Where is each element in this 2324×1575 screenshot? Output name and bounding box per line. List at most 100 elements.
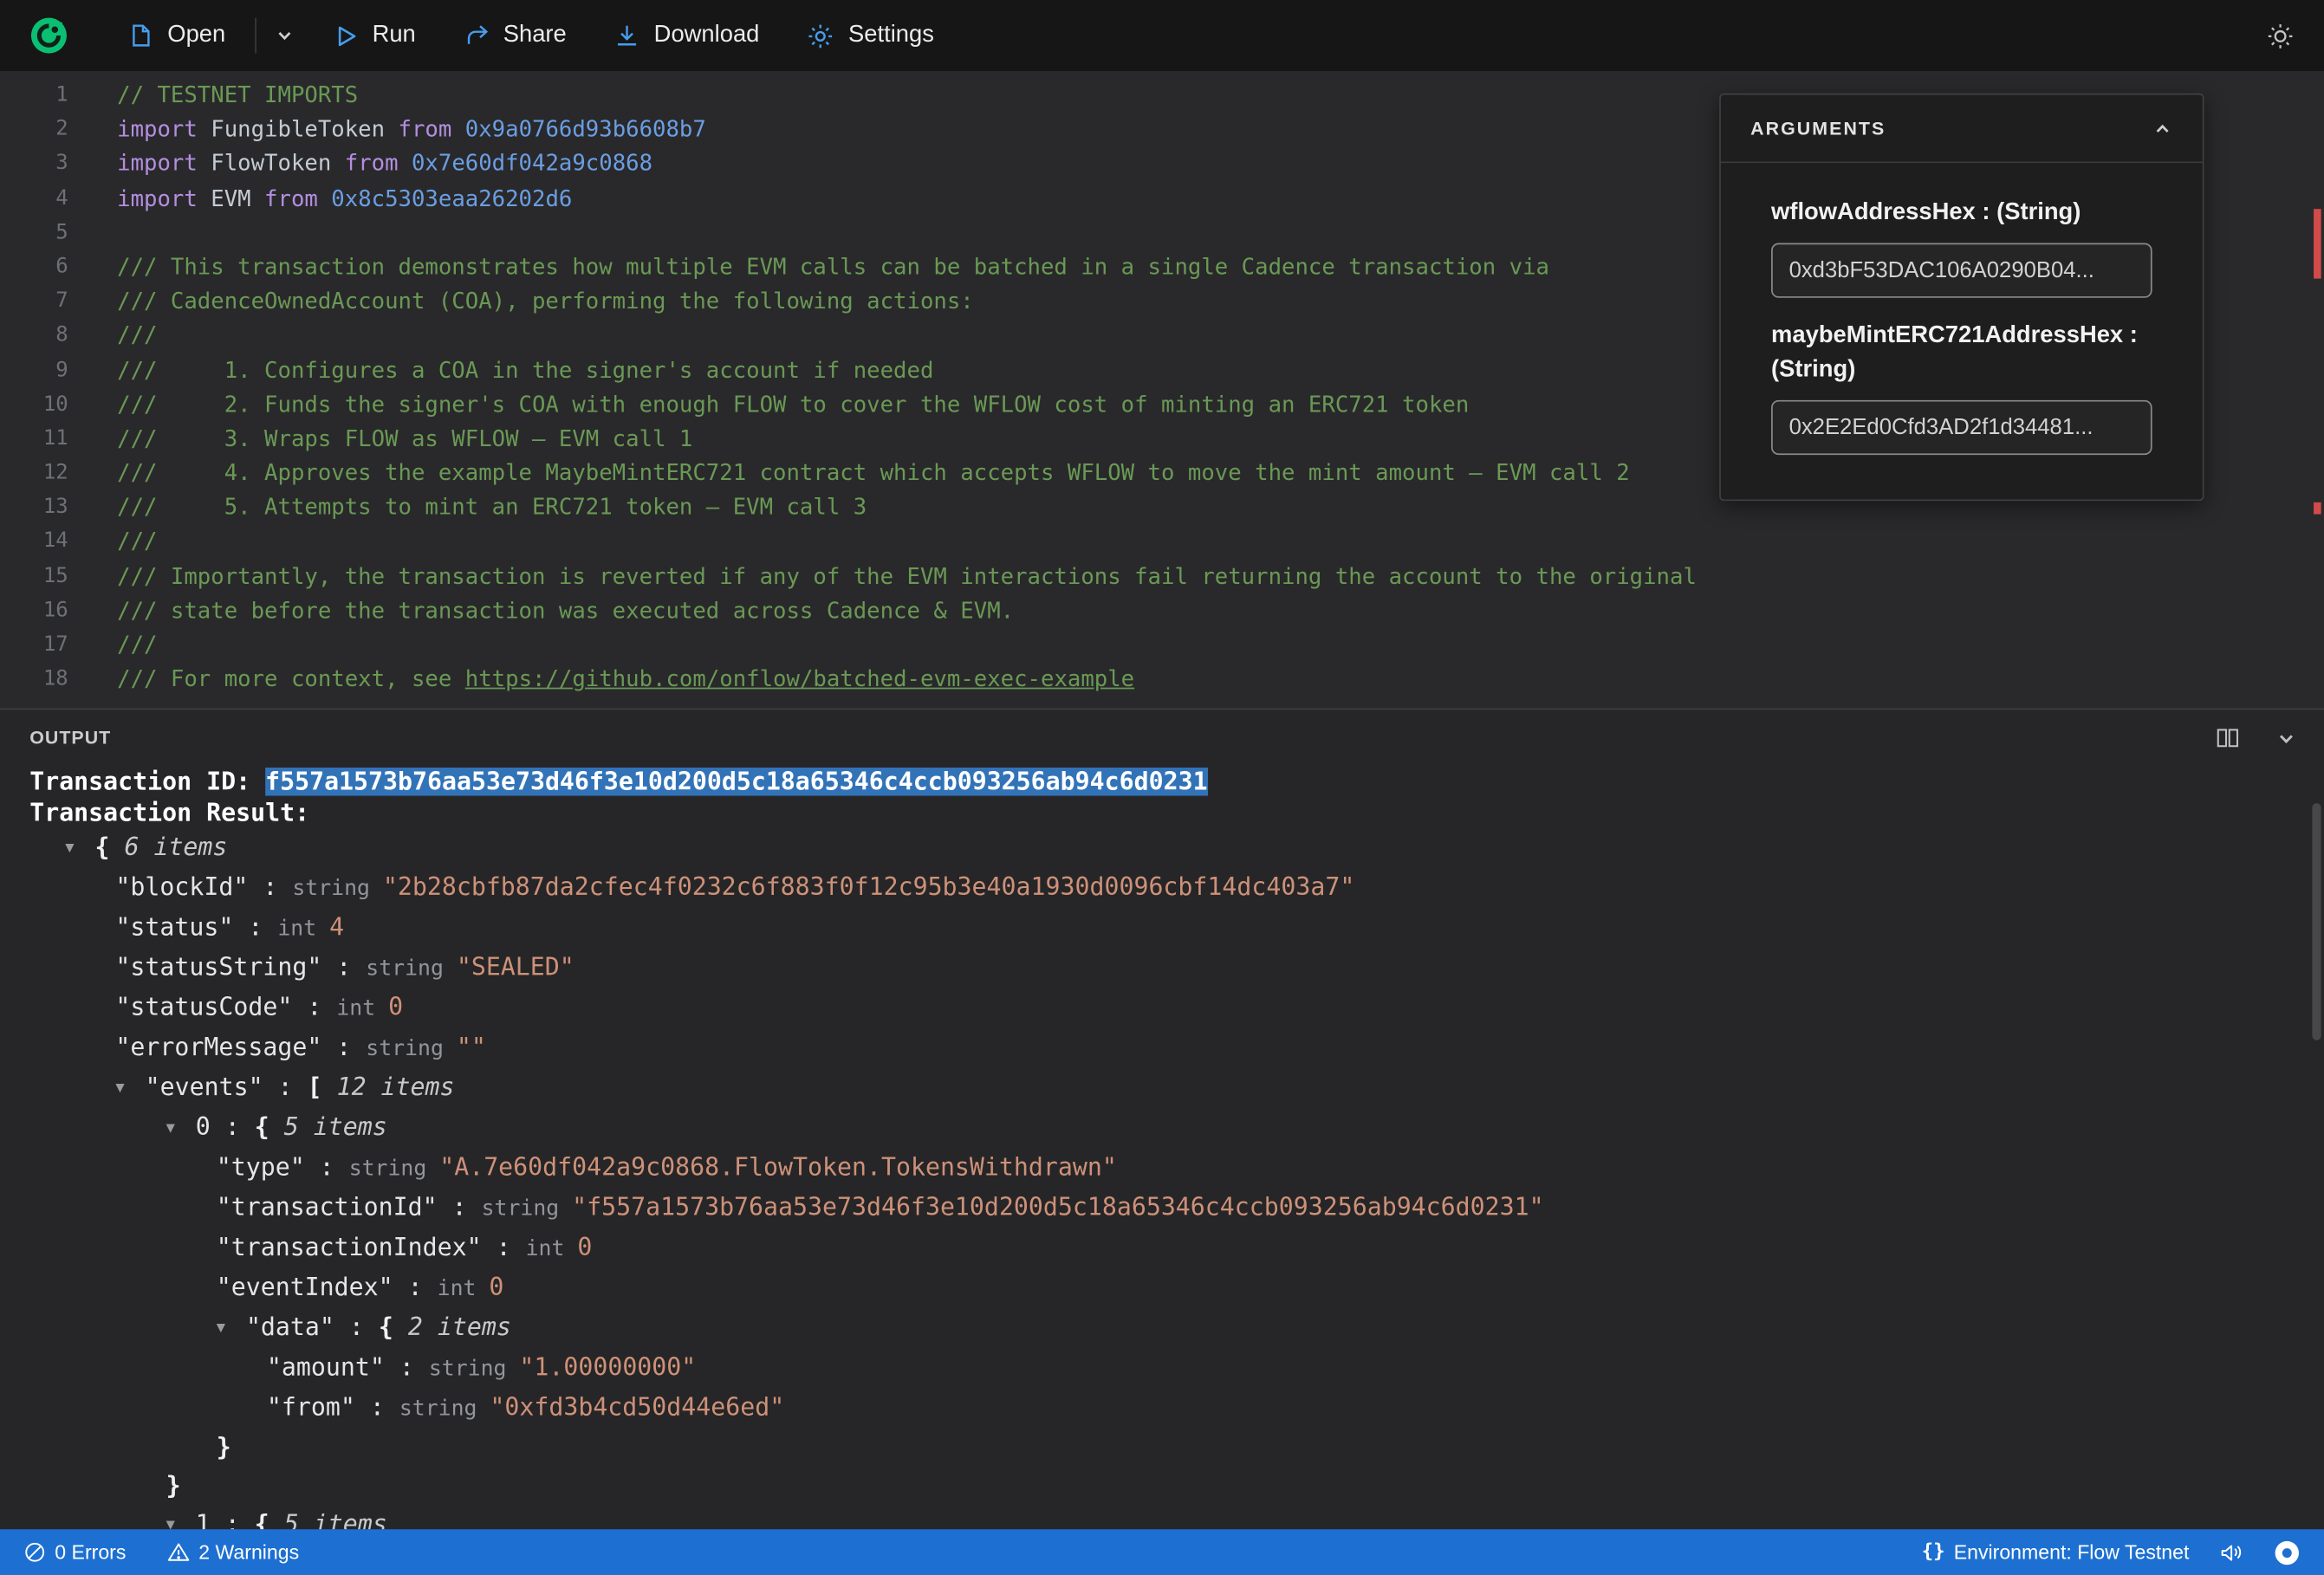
output-panel-title: OUTPUT [29,727,112,749]
open-file-icon [133,24,150,47]
share-label: Share [503,22,567,48]
code-line: 14/// [0,525,2324,560]
output-tree-line: "errorMessage" : string "" [115,1033,486,1061]
line-number: 16 [42,598,68,623]
output-tree-line: "blockId" : string "2b28cbfb87da2cfec4f0… [115,872,1355,901]
output-tree-line: ▼ 1 : { 5 items [29,1506,2324,1529]
output-tree-line: "statusCode" : int 0 [115,993,404,1021]
line-number: 10 [42,392,68,417]
settings-label: Settings [848,22,934,48]
feedback-megaphone-icon[interactable] [2219,1539,2244,1565]
sun-icon [2268,23,2293,48]
share-button[interactable]: Share [464,23,567,49]
chevron-down-icon [278,32,291,41]
status-bar: 0 Errors 2 Warnings {} Environment: Flow… [0,1529,2324,1575]
expand-collapse-arrow-icon[interactable]: ▼ [166,1110,196,1148]
output-tree-line: ▼ "data" : { 2 items [29,1308,2324,1348]
share-icon [466,25,488,44]
line-number: 2 [55,117,68,141]
output-panel-header: OUTPUT [0,710,2324,766]
line-number: 3 [55,152,68,176]
code-line: 15/// Importantly, the transaction is re… [0,560,2324,594]
run-label: Run [372,22,416,48]
open-dropdown-button[interactable] [275,25,295,46]
output-tree: ▼{ 6 items "blockId" : string "2b28cbfb87… [29,828,2324,1529]
code-line: 18/// For more context, see https://gith… [0,663,2324,697]
line-number: 1 [55,82,68,107]
toolbar: Open Run Share Download Settings [0,0,2324,72]
flow-logo[interactable] [29,16,68,55]
collapse-output-chevron-down-icon[interactable] [2275,727,2298,749]
error-circle-slash-icon [25,1542,45,1562]
overview-error-mark [2314,209,2321,279]
output-tree-line: ▼{ 6 items [29,828,2324,868]
line-number: 18 [42,667,68,691]
output-panel: OUTPUT Transaction ID: f557a1573b76aa53e… [0,708,2324,1530]
expand-collapse-arrow-icon[interactable]: ▼ [115,1070,145,1108]
code-link: https://github.com/onflow/batched-evm-ex… [464,665,1135,693]
expand-collapse-arrow-icon[interactable]: ▼ [166,1507,196,1530]
download-icon [618,25,637,46]
theme-toggle-button[interactable] [2266,22,2294,49]
transaction-id-label: Transaction ID: [29,768,266,796]
braces-icon: {} [1921,1540,1945,1564]
errors-indicator[interactable]: 0 Errors [23,1541,126,1564]
warnings-count-label: 2 Warnings [198,1540,300,1564]
line-number: 8 [55,323,68,347]
line-number: 5 [55,220,68,244]
transaction-id-value: f557a1573b76aa53e73d46f3e10d200d5c18a653… [265,768,1208,796]
line-number: 6 [55,255,68,279]
run-button[interactable]: Run [334,23,416,49]
arguments-panel-body: wflowAddressHex : (String) maybeMintERC7… [1721,163,2203,499]
line-number: 12 [42,461,68,485]
line-number: 17 [42,632,68,657]
output-tree-line: ▼ "events" : [ 12 items [29,1068,2324,1108]
maybe-mint-erc721-address-input[interactable] [1771,399,2152,456]
output-content: Transaction ID: f557a1573b76aa53e73d46f3… [0,766,2324,1529]
settings-gear-icon [809,23,833,48]
wflow-address-label: wflowAddressHex : (String) [1771,199,2081,225]
expand-collapse-arrow-icon[interactable]: ▼ [217,1310,246,1348]
expand-collapse-arrow-icon[interactable]: ▼ [65,830,94,868]
output-scrollbar-thumb[interactable] [2312,803,2321,1040]
line-number: 4 [55,185,68,211]
status-bar-right: {} Environment: Flow Testnet [1922,1539,2301,1565]
app-window: Open Run Share Download Settings 1 // TE… [0,0,2324,1575]
output-tree-line: "amount" : string "1.00000000" [266,1352,697,1382]
settings-button[interactable]: Settings [807,22,934,49]
output-tree-line: ▼ 0 : { 5 items [29,1108,2324,1148]
line-number: 13 [42,495,68,520]
output-tree-line: "statusString" : string "SEALED" [115,952,575,982]
output-tree-line: "status" : int 4 [115,912,345,942]
code-line: 17/// [0,628,2324,663]
open-label: Open [167,22,226,48]
line-number: 7 [55,288,68,314]
arguments-panel: ARGUMENTS wflowAddressHex : (String) may… [1719,93,2204,502]
output-tree-line: "transactionIndex" : int 0 [216,1233,593,1261]
errors-count-label: 0 Errors [55,1540,127,1564]
download-button[interactable]: Download [613,23,759,49]
arguments-panel-title: ARGUMENTS [1750,117,1886,139]
warning-triangle-icon [167,1543,190,1561]
toolbar-divider [255,17,257,54]
output-tree-line: "type" : string "A.7e60df042a9c0868.Flow… [216,1152,1117,1182]
output-tree-line: "eventIndex" : int 0 [216,1273,504,1301]
arguments-panel-header: ARGUMENTS [1720,94,2203,164]
warnings-indicator[interactable]: 2 Warnings [167,1541,299,1564]
open-button[interactable]: Open [127,23,225,49]
environment-indicator[interactable]: {} Environment: Flow Testnet [1922,1541,2190,1564]
collapse-arguments-chevron-up-icon[interactable] [2152,118,2173,139]
maybe-mint-erc721-address-label: maybeMintERC721AddressHex : (String) [1771,322,2138,383]
help-circle-icon[interactable] [2274,1539,2301,1565]
output-tree-line: } [166,1471,181,1500]
line-number: 15 [42,564,68,588]
output-panel-actions [2216,726,2297,749]
wflow-address-input[interactable] [1771,243,2152,298]
output-tree-line: "from" : string "0xfd3b4cd50d44e6ed" [266,1392,785,1422]
line-number: 11 [42,426,68,450]
run-play-icon [339,25,356,46]
split-panel-icon[interactable] [2216,726,2239,749]
overview-error-mark [2314,502,2321,515]
output-tree-line: } [216,1433,231,1462]
flow-logo-icon [30,17,67,54]
